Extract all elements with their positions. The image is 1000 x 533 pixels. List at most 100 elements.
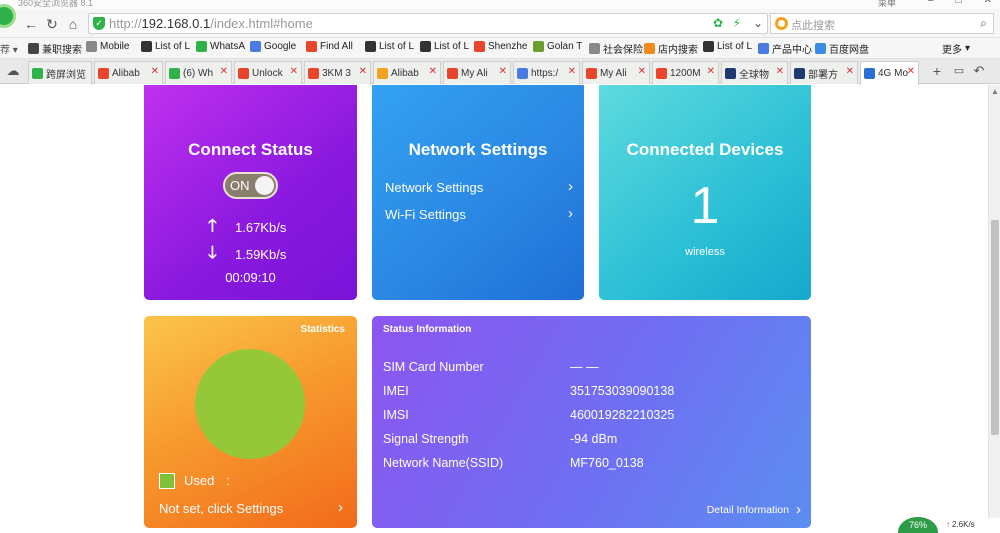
close-tab-icon[interactable]: ✕ — [568, 66, 576, 77]
bookmark-label: WhatsA — [210, 41, 246, 52]
maximize-icon[interactable]: □ — [956, 0, 962, 6]
bookmark-item[interactable]: List of L — [420, 41, 469, 52]
bookmark-item[interactable]: Find All — [306, 41, 353, 52]
search-engine-icon[interactable] — [775, 17, 788, 30]
tab-label: My Ali — [600, 67, 627, 79]
browser-tab[interactable]: Unlock ✕ — [234, 61, 302, 84]
used-legend-label: Used — [184, 473, 215, 488]
close-tab-icon[interactable]: ✕ — [499, 66, 507, 77]
search-icon[interactable]: ⌕ — [980, 16, 987, 31]
status-info-label: Signal Strength — [383, 432, 469, 446]
connection-toggle[interactable]: ON — [223, 172, 278, 199]
close-tab-icon[interactable]: ✕ — [220, 66, 228, 77]
home-icon[interactable]: ⌂ — [64, 15, 82, 33]
aliexpress-icon — [447, 67, 458, 79]
speed-mode-icon[interactable]: ⚡ — [733, 16, 741, 30]
close-tab-icon[interactable]: ✕ — [429, 66, 437, 77]
bookmark-item[interactable]: List of L — [703, 41, 752, 52]
undo-close-icon[interactable]: ↶ — [970, 62, 988, 80]
close-tab-icon[interactable]: ✕ — [846, 66, 854, 77]
bookmark-item[interactable]: WhatsA — [196, 41, 245, 52]
bookmark-item[interactable]: Golan T — [533, 41, 582, 52]
browser-tab[interactable]: My Ali ✕ — [582, 61, 650, 84]
close-tab-icon[interactable]: ✕ — [638, 66, 646, 77]
bookmark-item[interactable]: Google — [250, 41, 296, 52]
tab-list-icon[interactable]: ▭ — [950, 62, 968, 80]
browser-tab[interactable]: 跨屏浏览 — [28, 61, 92, 84]
seventeen-icon — [725, 67, 736, 79]
compatibility-icon[interactable]: ✿ — [713, 16, 723, 30]
bookmark-item[interactable]: 百度网盘 — [815, 41, 869, 56]
close-tab-icon[interactable]: ✕ — [776, 66, 784, 77]
aliexpress-icon — [586, 67, 597, 79]
page-scrollbar[interactable]: ▲ — [988, 85, 1000, 518]
browser-tab[interactable]: Alibab ✕ — [373, 61, 441, 84]
upload-rate-row: 🡑 1.67Kb/s — [208, 213, 286, 242]
tab-label: 全球物 — [739, 69, 769, 81]
tab-label: Alibab — [391, 67, 419, 79]
window-controls: – □ ✕ — [928, 0, 992, 6]
bookmark-prefix[interactable]: 荐 ▾ — [0, 41, 18, 56]
statistics-settings-link[interactable]: Not set, click Settings › — [159, 499, 343, 516]
store-icon — [644, 43, 655, 54]
upload-arrow-icon: ↑ — [946, 520, 950, 529]
document-icon — [86, 41, 97, 52]
chevron-right-icon: › — [796, 501, 801, 518]
close-tab-icon[interactable]: ✕ — [907, 66, 915, 77]
refresh-icon[interactable]: ↻ — [43, 15, 61, 33]
cloud-icon[interactable]: ☁ — [4, 62, 22, 80]
scrollbar-thumb[interactable] — [991, 220, 999, 435]
browser-tab[interactable]: 4G Mo ✕ — [860, 61, 919, 85]
scroll-up-icon[interactable]: ▲ — [991, 87, 999, 96]
browser-tab[interactable]: 全球物 ✕ — [721, 61, 788, 84]
connected-devices-card[interactable]: Connected Devices 1 wireless — [599, 85, 811, 300]
wifi-settings-link[interactable]: Wi-Fi Settings › — [385, 205, 573, 222]
browser-tab[interactable]: 1200M ✕ — [652, 61, 719, 84]
close-tab-icon[interactable]: ✕ — [707, 66, 715, 77]
browser-tab[interactable]: 部署方 ✕ — [790, 61, 858, 84]
browser-tab[interactable]: https:/ ✕ — [513, 61, 580, 84]
network-speed-widget[interactable]: 76% ↑ 2.6K/s — [898, 517, 1000, 533]
bookmark-label: List of L — [379, 41, 415, 52]
more-bookmarks[interactable]: 更多 ▾ — [942, 41, 970, 56]
close-tab-icon[interactable]: ✕ — [359, 66, 367, 77]
close-icon[interactable]: ✕ — [984, 0, 992, 6]
aliexpress-icon — [656, 67, 667, 79]
url-text[interactable]: http://192.168.0.1/index.html#home — [109, 16, 313, 31]
browser-tab[interactable]: My Ali ✕ — [443, 61, 511, 84]
aliexpress-icon — [306, 41, 317, 52]
status-info-value: 351753039090138 — [570, 384, 675, 398]
bookmark-item[interactable]: 产品中心 — [758, 41, 812, 56]
document-icon — [589, 43, 600, 54]
wikipedia-icon — [141, 41, 152, 52]
wikipedia-icon — [420, 41, 431, 52]
connect-status-title: Connect Status — [188, 140, 313, 159]
browser-tab[interactable]: (6) Wh ✕ — [165, 61, 232, 84]
bookmark-item[interactable]: List of L — [141, 41, 190, 52]
device-type-label: wireless — [685, 246, 725, 258]
search-box[interactable]: 点此搜索 ⌕ — [770, 13, 994, 34]
back-arrow-icon[interactable]: ← — [22, 15, 40, 33]
bookmark-item[interactable]: 店内搜索 — [644, 41, 698, 56]
browser-tab[interactable]: 3KM 3 ✕ — [304, 61, 371, 84]
network-settings-link[interactable]: Network Settings › — [385, 178, 573, 195]
new-tab-icon[interactable]: + — [928, 62, 946, 80]
download-rate-row: 🡓 1.59Kb/s — [208, 240, 286, 269]
status-information-title: Status Information — [383, 324, 472, 335]
detail-information-link[interactable]: Detail Information › — [707, 501, 801, 518]
close-tab-icon[interactable]: ✕ — [151, 66, 159, 77]
address-bar[interactable]: ✓ http://192.168.0.1/index.html#home ✿ ⚡… — [88, 13, 768, 34]
connection-uptime: 00:09:10 — [225, 270, 276, 285]
bookmark-item[interactable]: Shenzhe — [474, 41, 527, 52]
dropdown-chevron-icon[interactable]: ⌄ — [753, 16, 763, 30]
bookmark-item[interactable]: List of L — [365, 41, 414, 52]
close-tab-icon[interactable]: ✕ — [290, 66, 298, 77]
browser-tab[interactable]: Alibab ✕ — [94, 61, 163, 84]
t-icon — [794, 67, 805, 79]
minimize-icon[interactable]: – — [928, 0, 934, 6]
network-settings-title: Network Settings — [408, 140, 548, 159]
menu-label[interactable]: 菜单 — [878, 0, 896, 9]
bookmark-item[interactable]: 社会保险 — [589, 41, 643, 56]
bookmark-item[interactable]: Mobile — [86, 41, 129, 52]
bookmark-item[interactable]: 兼职搜索 — [28, 41, 82, 56]
